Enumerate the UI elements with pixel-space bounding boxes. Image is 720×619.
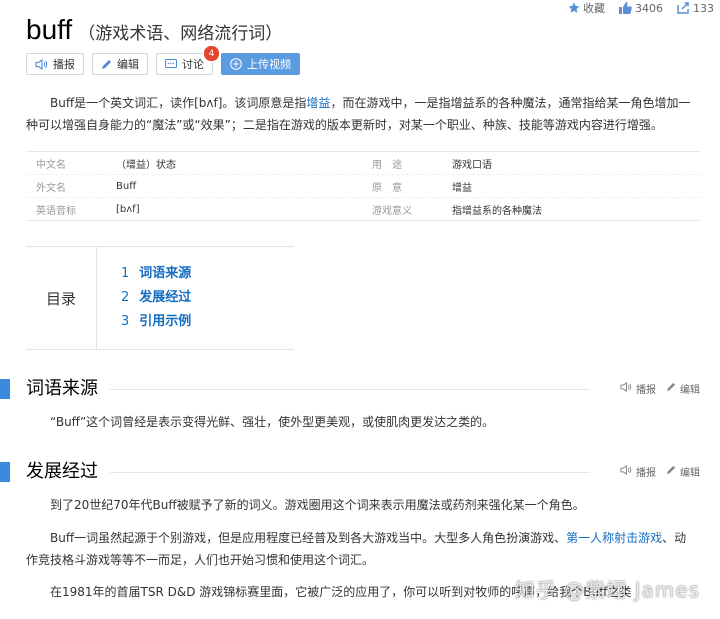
discuss-count-badge: 4 <box>203 45 220 62</box>
stats-bar: 收藏 3406 133 <box>568 0 714 16</box>
section-divider <box>110 472 590 473</box>
section-edit-label: 编辑 <box>680 468 700 479</box>
section-edit-button[interactable]: 编辑 <box>666 381 700 396</box>
toc-label: 词语来源 <box>139 266 192 281</box>
toc-number: 2 <box>121 290 130 305</box>
section-play-button[interactable]: 播报 <box>620 381 656 396</box>
infobox-label: 中文名 <box>36 159 66 171</box>
watermark: 知乎 @紫翊 James <box>514 578 700 602</box>
toc-item-examples[interactable]: 3 引用示例 <box>121 310 191 334</box>
page-title: buff （游戏术语、网络流行词） <box>26 14 282 46</box>
toc-list: 1 词语来源 2 发展经过 3 引用示例 <box>97 247 191 349</box>
speaker-icon <box>620 464 632 478</box>
upload-video-label: 上传视频 <box>247 58 291 71</box>
infobox-value: （增益）状态 <box>116 159 176 171</box>
star-icon <box>568 2 580 14</box>
upload-video-button[interactable]: 上传视频 <box>221 53 300 75</box>
section-header-origin: 词语来源 播报 编辑 <box>0 377 720 401</box>
toc-number: 3 <box>121 314 130 329</box>
section-tools: 播报 编辑 <box>620 464 700 479</box>
toc-item-origin[interactable]: 1 词语来源 <box>121 262 191 286</box>
comment-icon <box>165 58 177 70</box>
title-main: buff <box>26 14 73 45</box>
plus-circle-icon <box>230 58 242 70</box>
section-title: 词语来源 <box>26 378 98 399</box>
section-edit-label: 编辑 <box>680 385 700 396</box>
edit-button[interactable]: 编辑 <box>92 53 148 75</box>
play-button[interactable]: 播报 <box>26 53 84 75</box>
pencil-icon <box>666 465 676 478</box>
pencil-icon <box>666 382 676 395</box>
infobox-value: 指增益系的各种魔法 <box>452 205 542 217</box>
infobox-label: 外文名 <box>36 182 66 194</box>
pencil-icon <box>101 59 112 70</box>
section-tools: 播报 编辑 <box>620 381 700 396</box>
infobox-value: 游戏口语 <box>452 159 492 171</box>
toc-title: 目录 <box>26 247 97 349</box>
toc-label: 发展经过 <box>139 290 192 305</box>
section-accent-bar <box>0 379 10 399</box>
discuss-button[interactable]: 讨论 4 <box>156 45 220 75</box>
like-count: 3406 <box>635 1 663 15</box>
infobox-row: 英语音标 [bʌf] 游戏意义 指增益系的各种魔法 <box>26 198 700 220</box>
intro-paragraph: Buff是一个英文词汇，读作[bʌf]。该词原意是指增益，而在游戏中，一是指增益… <box>26 92 696 136</box>
toc-number: 1 <box>121 266 130 281</box>
section-divider <box>110 389 590 390</box>
like-button[interactable]: 3406 <box>619 2 663 15</box>
toc-label: 引用示例 <box>139 314 192 329</box>
section-development-paragraph-2: Buff一词虽然起源于个别游戏，但是应用程度已经普及到各大游戏当中。大型多人角色… <box>26 527 696 571</box>
section-edit-button[interactable]: 编辑 <box>666 464 700 479</box>
toc-item-development[interactable]: 2 发展经过 <box>121 286 191 310</box>
section-accent-bar <box>0 462 10 482</box>
speaker-icon <box>620 381 632 395</box>
intro-text-1: Buff是一个英文词汇，读作[bʌf]。该词原意是指 <box>50 96 307 110</box>
section-title: 发展经过 <box>26 461 98 482</box>
section-play-label: 播报 <box>636 385 656 396</box>
infobox-label: 游戏意义 <box>372 205 412 217</box>
speaker-icon <box>35 58 48 70</box>
infobox-label: 用 途 <box>372 159 402 171</box>
play-label: 播报 <box>53 58 75 71</box>
section-origin-paragraph: “Buff”这个词曾经是表示变得光鲜、强壮，使外型更美观，或使肌肉更发达之类的。 <box>50 415 495 429</box>
share-count: 133 <box>693 1 714 15</box>
section-play-button[interactable]: 播报 <box>620 464 656 479</box>
thumbs-up-icon <box>619 2 632 14</box>
infobox-label: 原 意 <box>372 182 402 194</box>
infobox-row: 中文名 （增益）状态 用 途 游戏口语 <box>26 152 700 175</box>
para-text: Buff一词虽然起源于个别游戏，但是应用程度已经普及到各大游戏当中。大型多人角色… <box>50 531 567 545</box>
section-header-development: 发展经过 播报 编辑 <box>0 460 720 484</box>
section-development-paragraph-1: 到了20世纪70年代Buff被赋予了新的词义。游戏圈用这个词来表示用魔法或药剂来… <box>50 498 585 512</box>
action-bar: 播报 编辑 讨论 4 上传视频 <box>26 45 300 75</box>
infobox-value: [bʌf] <box>116 203 140 215</box>
title-subtitle: （游戏术语、网络流行词） <box>78 24 283 44</box>
infobox-label: 英语音标 <box>36 205 76 217</box>
favorite-button[interactable]: 收藏 <box>568 0 605 16</box>
infobox-row: 外文名 Buff 原 意 增益 <box>26 175 700 198</box>
table-of-contents: 目录 1 词语来源 2 发展经过 3 引用示例 <box>26 246 294 350</box>
infobox: 中文名 （增益）状态 用 途 游戏口语 外文名 Buff 原 意 增益 英语音标… <box>26 151 700 221</box>
section-play-label: 播报 <box>636 468 656 479</box>
infobox-value: Buff <box>116 180 137 192</box>
link-fps-games[interactable]: 第一人称射击游戏 <box>566 531 662 545</box>
favorite-label: 收藏 <box>583 2 605 15</box>
intro-link-zengyi[interactable]: 增益 <box>306 96 330 110</box>
share-button[interactable]: 133 <box>677 2 714 15</box>
edit-label: 编辑 <box>117 58 139 71</box>
share-icon <box>677 2 690 14</box>
discuss-label: 讨论 <box>182 58 204 71</box>
infobox-value: 增益 <box>452 182 472 194</box>
